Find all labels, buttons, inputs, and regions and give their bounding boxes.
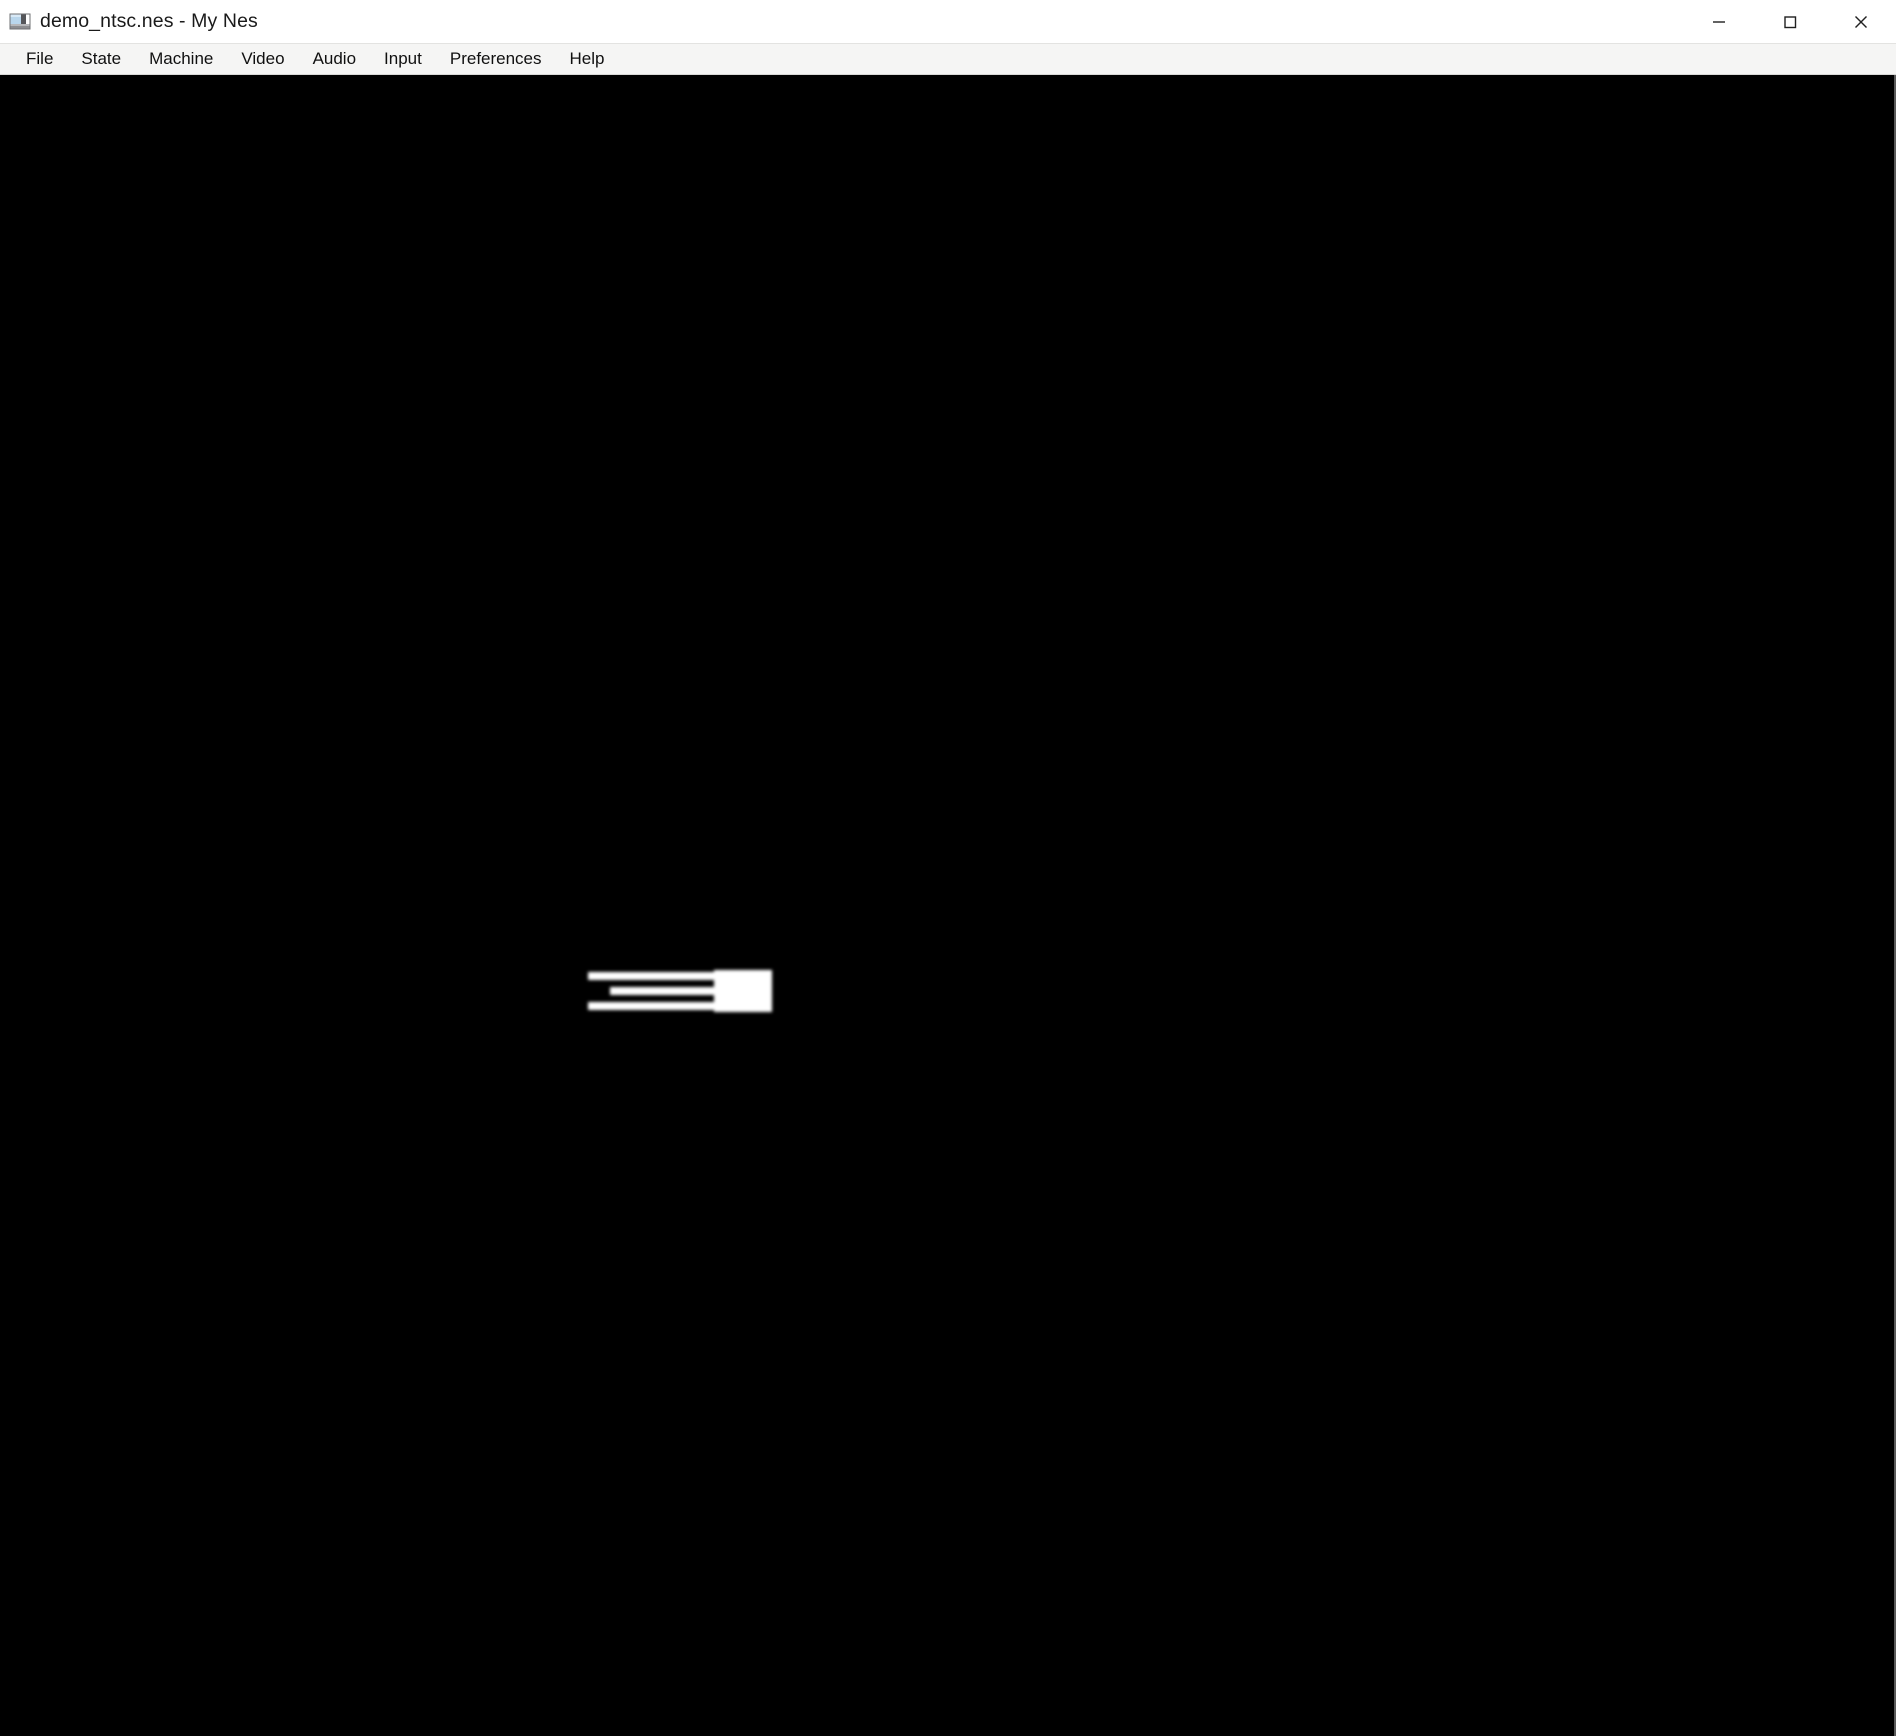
application-window: demo_ntsc.nes - My Nes File State Machin… [0, 0, 1896, 1736]
title-bar: demo_ntsc.nes - My Nes [0, 0, 1896, 43]
menu-item-audio[interactable]: Audio [299, 48, 370, 70]
maximize-icon [1780, 12, 1800, 32]
menu-item-state[interactable]: State [67, 48, 135, 70]
title-bar-left: demo_ntsc.nes - My Nes [0, 0, 258, 43]
minimize-button[interactable] [1683, 0, 1754, 43]
close-button[interactable] [1825, 0, 1896, 43]
window-title: demo_ntsc.nes - My Nes [40, 9, 258, 32]
close-icon [1851, 12, 1871, 32]
nes-test-pattern-sprite [588, 970, 772, 1013]
menu-bar: File State Machine Video Audio Input Pre… [0, 43, 1896, 75]
nes-video-frame [0, 75, 1894, 1736]
window-controls [1683, 0, 1896, 43]
nes-cartridge-icon [9, 12, 31, 32]
menu-item-preferences[interactable]: Preferences [436, 48, 556, 70]
maximize-button[interactable] [1754, 0, 1825, 43]
menu-item-help[interactable]: Help [556, 48, 619, 70]
sprite-block [714, 970, 772, 1012]
menu-item-video[interactable]: Video [227, 48, 298, 70]
menu-item-machine[interactable]: Machine [135, 48, 227, 70]
emulator-display[interactable] [0, 75, 1896, 1736]
minimize-icon [1709, 12, 1729, 32]
menu-item-input[interactable]: Input [370, 48, 436, 70]
menu-item-file[interactable]: File [12, 48, 67, 70]
